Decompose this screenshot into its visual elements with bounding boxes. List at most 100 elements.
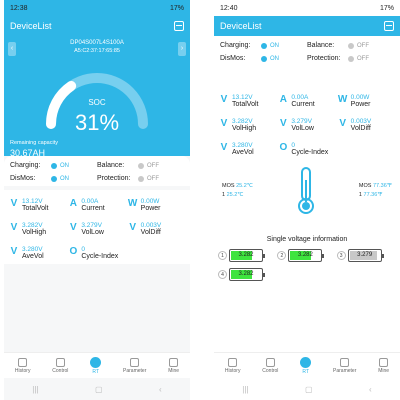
toggle-balance[interactable]: Balance: OFF: [97, 162, 184, 169]
metric-label: VolLow: [81, 229, 104, 236]
prev-device-button[interactable]: ‹: [8, 42, 16, 56]
tab-parameter[interactable]: Parameter: [123, 357, 147, 374]
tab-control[interactable]: Control: [52, 357, 68, 374]
scan-icon[interactable]: [384, 21, 394, 31]
metric-value: 3.280V: [232, 142, 253, 149]
status-bar: 12:38 17%: [4, 0, 190, 16]
status-card: Charging: ON Balance: OFF DisMos: ON Protectio…: [4, 156, 190, 186]
toggle-state: ON: [60, 162, 69, 169]
metric-text: 3.279V VolLow: [81, 222, 104, 236]
back-icon[interactable]: ‹: [369, 385, 372, 394]
metric-text: 0.003V VolDiff: [351, 118, 372, 132]
metric-voldiff: V 0.003V VolDiff: [127, 222, 186, 236]
toggle-state: OFF: [147, 175, 159, 182]
toggle-charging[interactable]: Charging: ON: [10, 162, 97, 169]
metric-label: VolHigh: [22, 229, 47, 236]
battery-icon: 3.282: [229, 268, 265, 281]
recent-apps-icon[interactable]: |||: [32, 385, 38, 394]
tab-label: RT: [302, 368, 309, 375]
sensor-value: 25.2℃: [236, 183, 253, 189]
metric-value: 3.282V: [22, 222, 43, 229]
toggle-label: DisMos:: [10, 175, 36, 182]
tab-rt[interactable]: RT: [90, 356, 102, 375]
status-dot-icon: [261, 55, 267, 62]
toggle-label: Charging:: [220, 42, 251, 49]
remaining-capacity-value: 30.67AH: [10, 148, 46, 158]
toggle-dismos[interactable]: DisMos: ON: [220, 55, 307, 62]
avevol-icon: V: [10, 246, 18, 257]
toggle-protection[interactable]: Protection: OFF: [307, 55, 394, 62]
status-dot-icon: [348, 55, 354, 62]
recent-apps-icon[interactable]: |||: [242, 385, 248, 394]
metric-value: 0.00W: [140, 198, 160, 205]
vollow-icon: V: [69, 222, 77, 233]
app-bar: DeviceList: [214, 16, 400, 36]
metric-text: 0.00A Current: [291, 94, 314, 108]
thermometer-icon: [297, 167, 314, 214]
scan-icon[interactable]: [174, 21, 184, 31]
sensor-value: 25.2℃: [226, 192, 244, 198]
app-bar: DeviceList: [4, 16, 190, 36]
parameter-icon: [340, 357, 350, 367]
temperature-fahrenheit: MOS 77.36℉ 1 77.36℉: [359, 182, 392, 200]
tab-mine[interactable]: Mine: [378, 357, 389, 374]
status-dot-icon: [348, 42, 354, 49]
soc-label: SOC: [88, 98, 106, 107]
metric-label: Current: [291, 101, 315, 108]
tab-history[interactable]: History: [225, 357, 240, 374]
toggle-state: OFF: [357, 55, 369, 62]
power-icon: W: [127, 198, 138, 209]
sensor-name: MOS: [358, 183, 373, 189]
tab-rt[interactable]: RT: [300, 356, 312, 375]
cell-2: 2 3.282: [277, 249, 336, 262]
home-icon[interactable]: ▢: [305, 385, 313, 394]
metric-label: TotalVolt: [232, 101, 259, 108]
next-device-button[interactable]: ›: [178, 42, 186, 56]
metrics-card: V 13.12V TotalVolt A 0.00A Current W 0.00W Power…: [4, 190, 190, 264]
toggle-dismos[interactable]: DisMos: ON: [10, 175, 97, 182]
tab-mine[interactable]: Mine: [168, 357, 179, 374]
toggle-label: Protection:: [307, 55, 341, 62]
single-voltage-title: Single voltage information: [266, 236, 348, 243]
status-dot-icon: [138, 175, 144, 182]
status-dot-icon: [51, 162, 57, 169]
metric-label: VolHigh: [232, 125, 257, 132]
back-icon[interactable]: ‹: [159, 385, 162, 394]
tab-label: Parameter: [333, 367, 357, 374]
metric-value: 0.00A: [81, 198, 99, 205]
soc-value: 31%: [74, 110, 120, 135]
metric-label: AveVol: [232, 149, 254, 156]
metric-volhigh: V 3.282V VolHigh: [8, 222, 67, 236]
metric-label: Current: [81, 205, 105, 212]
toggle-charging[interactable]: Charging: ON: [220, 42, 307, 49]
bottom-tab-bar: History Control RT Parameter Mine: [214, 352, 400, 378]
status-time: 12:40: [220, 4, 238, 12]
metric-label: VolDiff: [140, 229, 161, 236]
tab-label: RT: [92, 368, 99, 375]
toggle-grid: Charging: ON Balance: OFF DisMos: ON Protectio…: [4, 156, 190, 186]
tab-control[interactable]: Control: [262, 357, 278, 374]
tab-label: Parameter: [123, 367, 147, 374]
toggle-label: DisMos:: [220, 55, 246, 62]
cell-1: 1 3.282: [218, 249, 277, 262]
tab-history[interactable]: History: [15, 357, 30, 374]
toggle-balance[interactable]: Balance: OFF: [307, 42, 394, 49]
totalvolt-icon: V: [10, 198, 18, 209]
cell-voltage: 3.282: [238, 271, 254, 277]
metric-value: 13.12V: [22, 198, 43, 205]
mine-icon: [169, 357, 179, 367]
status-dot-icon: [138, 162, 144, 169]
remaining-capacity-label: Remaining capacity: [10, 140, 58, 146]
status-bar: 12:40 17%: [214, 0, 400, 16]
cycleindex-icon: O: [279, 142, 288, 153]
cell-index: 2: [277, 251, 287, 260]
metric-text: 3.279V VolLow: [291, 118, 314, 132]
cell-voltage: 3.282: [297, 252, 313, 258]
tab-parameter[interactable]: Parameter: [333, 357, 357, 374]
parameter-icon: [130, 357, 140, 367]
metric-label: VolLow: [291, 125, 314, 132]
home-icon[interactable]: ▢: [95, 385, 103, 394]
toggle-protection[interactable]: Protection: OFF: [97, 175, 184, 182]
metric-value: 0: [81, 246, 85, 253]
metric-value: 3.280V: [22, 246, 43, 253]
